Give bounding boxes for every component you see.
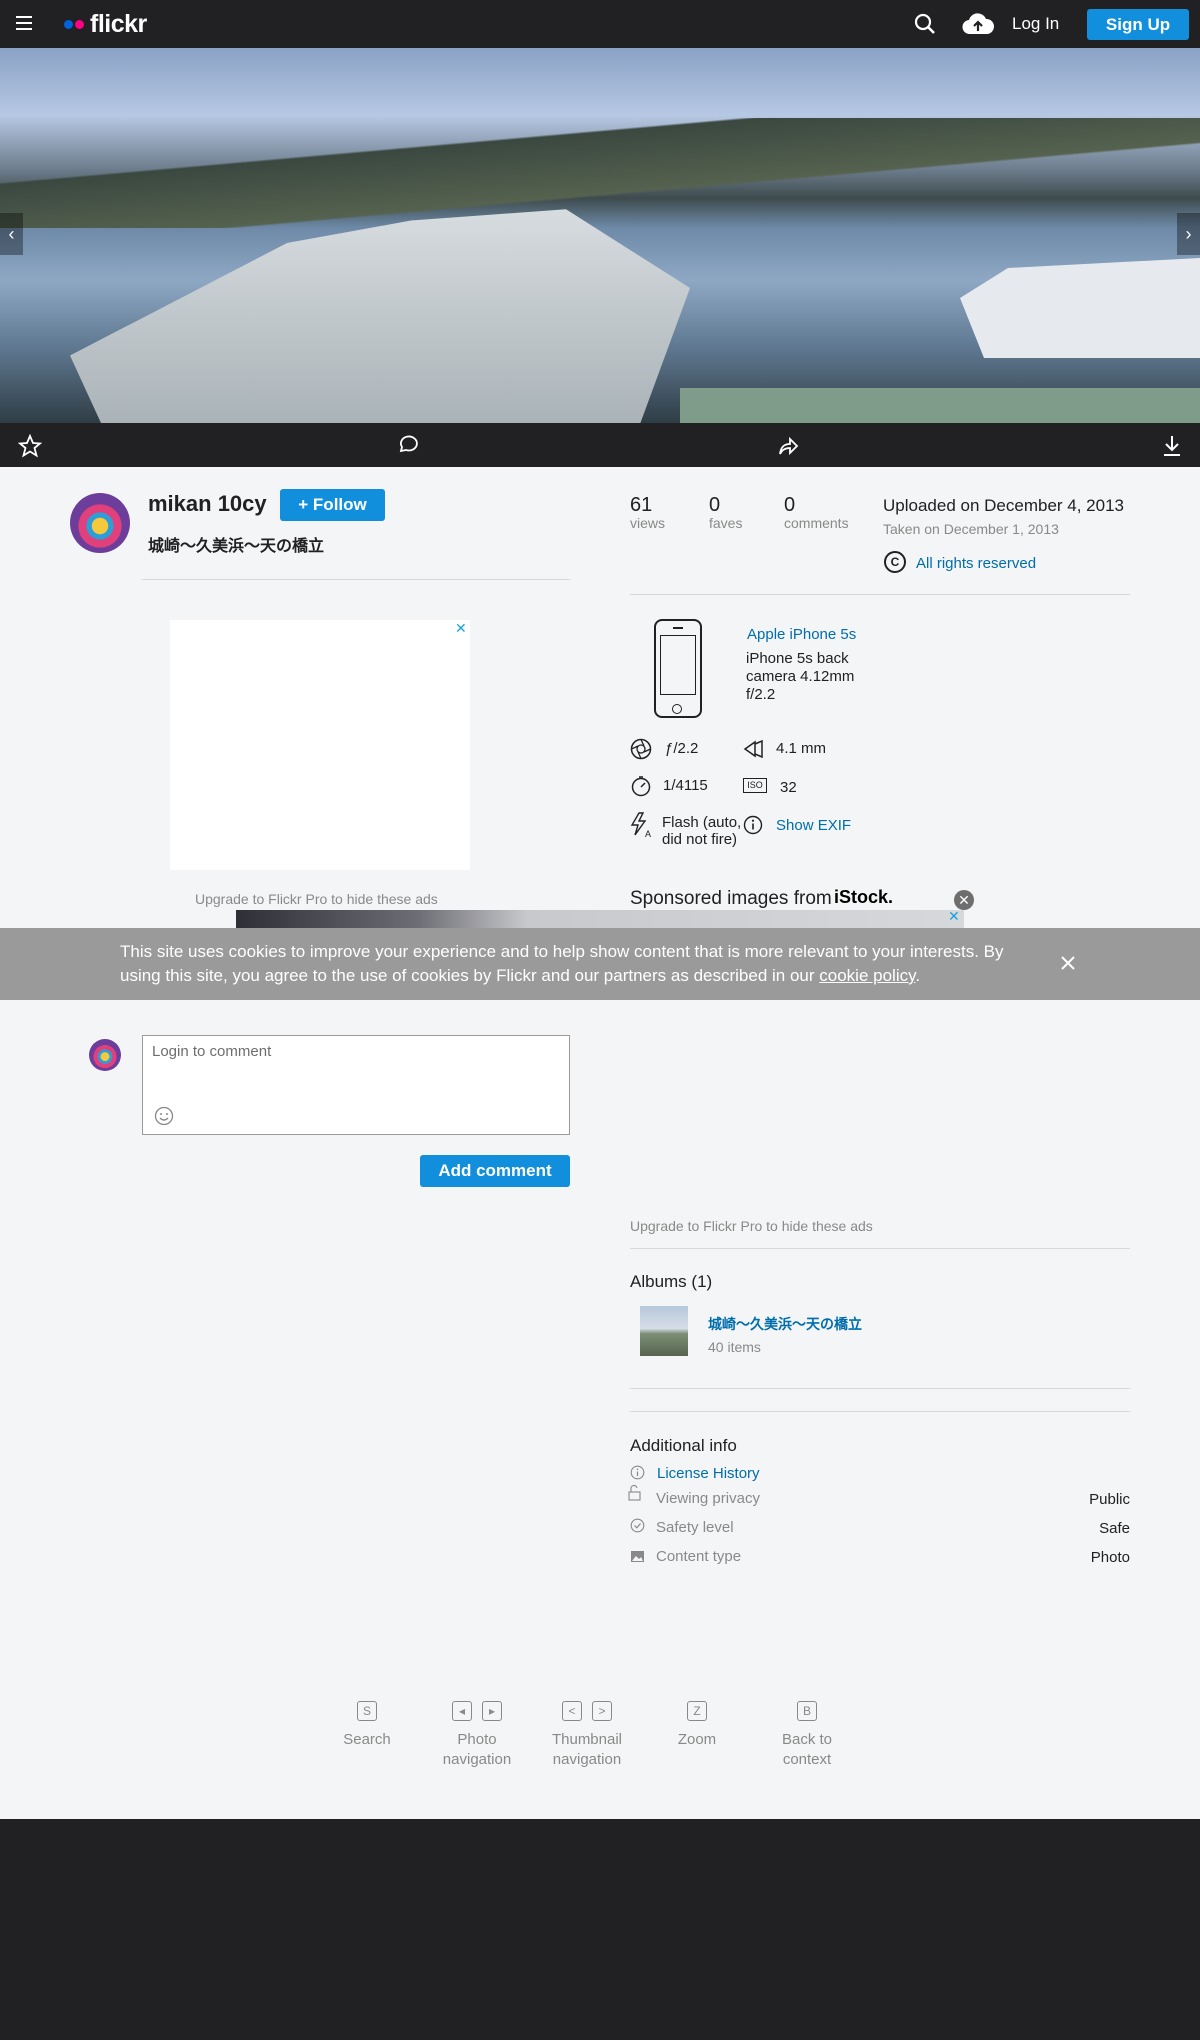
prev-photo-arrow[interactable]: ‹	[0, 213, 23, 255]
shortcut-key-left: ◂	[452, 1701, 472, 1721]
content-type-value: Photo	[1090, 1549, 1130, 1566]
menu-icon[interactable]	[16, 16, 32, 30]
shortcut-label-zoom: Zoom	[677, 1731, 717, 1748]
faves-count: 0	[709, 494, 721, 516]
shortcut-label-photo-navigation: Photo navigation	[442, 1731, 512, 1768]
svg-text:A: A	[645, 829, 651, 838]
top-nav: flickr Log In Sign Up	[0, 0, 1200, 48]
cookie-banner: This site uses cookies to improve your e…	[0, 928, 1200, 1000]
next-photo-arrow[interactable]: ›	[1177, 213, 1200, 255]
flash-value: Flash (auto, did not fire)	[662, 814, 742, 848]
iso-value: 32	[780, 779, 797, 796]
divider	[630, 1388, 1130, 1389]
follow-label: Follow	[312, 495, 367, 514]
albums-heading: Albums (1)	[630, 1272, 713, 1291]
safety-level-value: Safe	[1099, 1520, 1130, 1537]
upgrade-pro-link[interactable]: Upgrade to Flickr Pro to hide these ads	[195, 891, 438, 907]
safety-check-icon	[630, 1518, 645, 1533]
album-thumbnail[interactable]	[640, 1306, 688, 1356]
sponsored-heading: Sponsored images from	[630, 888, 832, 909]
shortcut-key-s: S	[357, 1701, 377, 1721]
focal-length-value: 4.1 mm	[776, 740, 827, 757]
shortcut-label-back-to-context: Back to context	[781, 1731, 833, 1768]
shortcut-label-thumbnail-navigation: Thumbnail navigation	[551, 1731, 623, 1768]
safety-level-label: Safety level	[656, 1519, 734, 1536]
album-item-count: 40 items	[708, 1339, 761, 1355]
banner-ad[interactable]	[236, 910, 964, 930]
share-icon[interactable]	[776, 434, 800, 458]
views-label: views	[630, 515, 666, 531]
divider	[630, 1248, 1130, 1249]
commenter-avatar	[89, 1039, 121, 1071]
download-icon[interactable]	[1161, 434, 1183, 458]
show-exif-link[interactable]: Show EXIF	[776, 817, 851, 834]
aperture-value: ƒ/2.2	[665, 740, 699, 757]
upload-cloud-icon[interactable]	[962, 12, 994, 36]
photo-action-bar	[0, 423, 1200, 467]
content-type-label: Content type	[656, 1548, 742, 1565]
banner-close-icon[interactable]: ✕	[948, 908, 960, 925]
camera-lens: iPhone 5s back camera 4.12mm f/2.2	[746, 650, 855, 703]
search-icon[interactable]	[914, 13, 936, 35]
divider	[142, 579, 570, 580]
owner-avatar[interactable]	[70, 493, 130, 553]
follow-button[interactable]: + Follow	[280, 489, 385, 521]
exposure-value: 1/4115	[663, 777, 708, 794]
ad-slot[interactable]	[170, 620, 470, 870]
aperture-icon	[630, 738, 652, 760]
add-comment-button[interactable]: Add comment	[420, 1155, 570, 1187]
views-count: 61	[630, 494, 653, 516]
shortcut-key-right: ▸	[482, 1701, 502, 1721]
main-photo[interactable]	[0, 48, 1200, 423]
stopwatch-icon	[631, 776, 651, 797]
comments-count: 0	[784, 494, 796, 516]
copyright-icon: C	[884, 551, 906, 573]
login-link[interactable]: Log In	[1012, 14, 1059, 34]
cookie-text: This site uses cookies to improve your e…	[120, 942, 1004, 985]
photo-title: 城崎〜久美浜〜天の橋立	[148, 538, 325, 555]
comments-label: comments	[784, 515, 849, 531]
license-info-icon	[630, 1465, 645, 1480]
shortcut-key-z: Z	[687, 1701, 707, 1721]
taken-date: Taken on December 1, 2013	[883, 521, 1059, 537]
logo-text: flickr	[90, 9, 147, 38]
unlock-icon	[628, 1484, 641, 1501]
shortcut-key-gt: >	[592, 1701, 612, 1721]
page-footer	[0, 1819, 1200, 2040]
fave-star-icon[interactable]	[18, 434, 42, 458]
viewing-privacy-label: Viewing privacy	[656, 1490, 760, 1507]
owner-name[interactable]: mikan 10cy	[148, 491, 267, 517]
flash-icon: A	[630, 812, 651, 838]
info-icon	[743, 815, 763, 835]
faves-label: faves	[709, 515, 743, 531]
focal-length-icon	[743, 739, 763, 759]
iso-icon: ISO	[743, 778, 767, 793]
sponsored-close-icon[interactable]: ✕	[954, 890, 974, 910]
divider	[630, 1411, 1130, 1412]
cookie-policy-link[interactable]: cookie policy	[819, 966, 915, 985]
istock-logo[interactable]: iStock.	[834, 887, 893, 908]
image-icon	[631, 1551, 644, 1562]
cookie-close-icon[interactable]	[1058, 953, 1078, 973]
shortcut-key-b: B	[797, 1701, 817, 1721]
phone-camera-icon	[654, 619, 702, 718]
viewing-privacy-value: Public	[1089, 1491, 1130, 1508]
emoji-icon[interactable]	[154, 1106, 174, 1126]
additional-info-heading: Additional info	[630, 1436, 737, 1455]
comment-placeholder: Login to comment	[152, 1043, 272, 1060]
camera-make-link[interactable]: Apple iPhone 5s	[747, 626, 856, 643]
upgrade-pro-link[interactable]: Upgrade to Flickr Pro to hide these ads	[630, 1218, 873, 1234]
upload-date: Uploaded on December 4, 2013	[883, 496, 1124, 515]
album-name-link[interactable]: 城崎〜久美浜〜天の橋立	[708, 1314, 862, 1334]
license-link[interactable]: All rights reserved	[916, 555, 1036, 572]
license-history-link[interactable]: License History	[657, 1465, 760, 1482]
signup-button[interactable]: Sign Up	[1087, 9, 1189, 40]
ad-close-icon[interactable]: ✕	[455, 620, 467, 637]
shortcut-label-search: Search	[343, 1731, 391, 1748]
shortcut-key-lt: <	[562, 1701, 582, 1721]
plus-icon: +	[298, 495, 309, 514]
comment-icon[interactable]	[397, 434, 419, 456]
divider	[630, 594, 1130, 595]
flickr-logo[interactable]: flickr	[64, 10, 147, 38]
